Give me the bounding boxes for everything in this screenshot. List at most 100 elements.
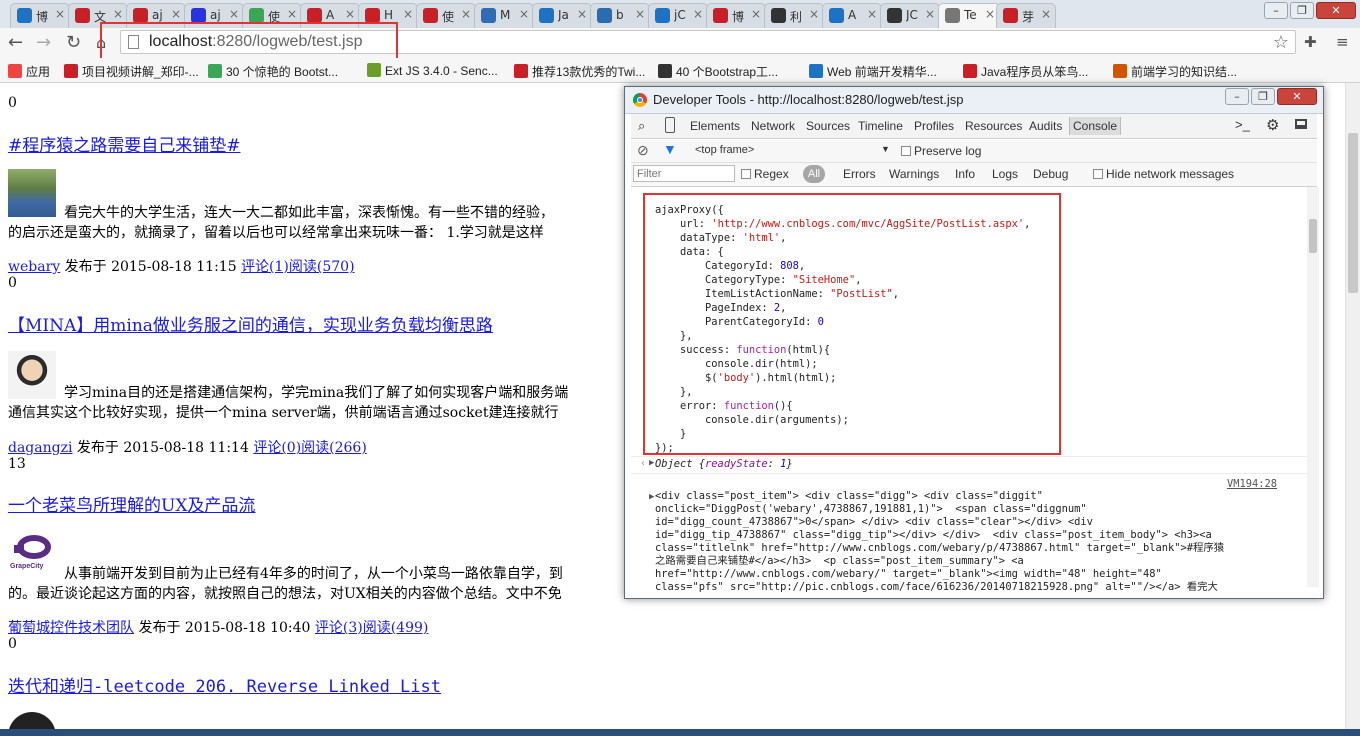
dock-side-icon[interactable] [1295, 119, 1307, 129]
minimize-button[interactable]: – [1264, 2, 1288, 19]
tab-console[interactable]: Console [1069, 117, 1122, 135]
level-logs-button[interactable]: Logs [992, 167, 1018, 181]
inspect-search-icon[interactable]: ⌕ [638, 118, 645, 134]
extension-puzzle-icon[interactable]: ✚ [1304, 33, 1317, 51]
scrollbar-thumb[interactable] [1348, 133, 1358, 293]
preserve-log-option[interactable]: Preserve log [901, 144, 981, 158]
hide-network-option[interactable]: Hide network messages [1093, 167, 1234, 181]
close-tab-icon[interactable]: × [403, 7, 413, 21]
close-tab-icon[interactable]: × [229, 7, 239, 21]
browser-tab[interactable]: 芽 × [996, 3, 1056, 28]
filter-funnel-icon[interactable]: ▼ [663, 141, 677, 157]
level-debug-button[interactable]: Debug [1033, 167, 1068, 181]
tab-resources[interactable]: Resources [965, 119, 1022, 133]
browser-tab[interactable]: A × [822, 3, 882, 28]
comments-reads-link[interactable]: 评论(0)阅读(266) [253, 440, 366, 456]
close-tab-icon[interactable]: × [113, 7, 123, 21]
close-tab-icon[interactable]: × [985, 7, 995, 21]
browser-tab[interactable]: 博 × [706, 3, 766, 28]
gear-icon[interactable]: ⚙ [1266, 116, 1279, 134]
bookmark-item[interactable]: 40 个Bootstrap工... [658, 63, 778, 80]
scrollbar-thumb[interactable] [1309, 219, 1317, 253]
maximize-button[interactable]: ❐ [1251, 88, 1275, 105]
close-tab-icon[interactable]: × [809, 7, 819, 21]
close-tab-icon[interactable]: × [867, 7, 877, 21]
post-title-link[interactable]: 一个老菜鸟所理解的UX及产品流 [8, 491, 255, 516]
close-tab-icon[interactable]: × [925, 7, 935, 21]
menu-icon[interactable]: ≡ [1336, 33, 1349, 51]
bookmark-item[interactable]: Ext JS 3.4.0 - Senc... [367, 63, 498, 78]
frame-dropdown-icon[interactable]: ▼ [881, 144, 890, 154]
post-title-link[interactable]: #程序猿之路需要自己来铺垫# [8, 131, 241, 156]
expand-triangle-icon[interactable]: ▶ [649, 492, 654, 502]
post-title-link[interactable]: 【MINA】用mina做业务服之间的通信，实现业务负载均衡思路 [8, 311, 493, 336]
console-filter-input[interactable] [633, 165, 735, 182]
post-title-link[interactable]: 迭代和递归-leetcode 206. Reverse Linked List [8, 672, 441, 697]
close-tab-icon[interactable]: × [1041, 7, 1051, 21]
browser-tab[interactable]: 使 × [416, 3, 476, 28]
comments-reads-link[interactable]: 评论(1)阅读(570) [241, 259, 354, 275]
bookmark-item[interactable]: Web 前端开发精华... [809, 63, 937, 80]
reload-icon[interactable]: ↻ [66, 33, 81, 53]
hide-network-checkbox[interactable] [1093, 169, 1103, 179]
bookmark-item[interactable]: Java程序员从笨鸟... [963, 63, 1088, 80]
browser-tab[interactable]: Ja × [532, 3, 592, 28]
comments-reads-link[interactable]: 评论(3)阅读(499) [315, 620, 428, 636]
level-all-button[interactable]: All [803, 165, 825, 183]
frame-selector[interactable]: <top frame> [695, 144, 754, 156]
close-tab-icon[interactable]: × [461, 7, 471, 21]
level-warnings-button[interactable]: Warnings [889, 167, 939, 181]
console-drawer-icon[interactable]: >_ [1235, 117, 1250, 132]
bookmark-item[interactable]: 前端学习的知识结... [1113, 63, 1237, 80]
expand-triangle-icon[interactable]: ▶ [649, 458, 654, 468]
maximize-button[interactable]: ❐ [1290, 2, 1314, 19]
tab-timeline[interactable]: Timeline [858, 119, 903, 133]
close-tab-icon[interactable]: × [345, 7, 355, 21]
browser-tab[interactable]: 利 × [764, 3, 824, 28]
close-window-button[interactable]: ✕ [1277, 88, 1317, 105]
close-tab-icon[interactable]: × [519, 7, 529, 21]
close-tab-icon[interactable]: × [171, 7, 181, 21]
regex-checkbox[interactable] [741, 169, 751, 179]
source-location-link[interactable]: VM194:28 [1227, 478, 1277, 490]
browser-tab[interactable]: Te × [938, 3, 1000, 29]
tab-sources[interactable]: Sources [806, 119, 850, 133]
html-dir-output[interactable]: <div class="post_item"> <div class="digg… [655, 490, 1295, 592]
browser-tab[interactable]: M × [474, 3, 534, 28]
regex-option[interactable]: Regex [741, 167, 789, 181]
close-tab-icon[interactable]: × [577, 7, 587, 21]
author-link[interactable]: 葡萄城控件技术团队 [8, 620, 134, 636]
forward-arrow-icon[interactable]: → [36, 33, 51, 53]
tab-audits[interactable]: Audits [1029, 119, 1062, 133]
console-output[interactable]: ajaxProxy({ url: 'http://www.cnblogs.com… [631, 187, 1317, 592]
level-errors-button[interactable]: Errors [843, 167, 876, 181]
close-tab-icon[interactable]: × [635, 7, 645, 21]
page-scrollbar[interactable] [1345, 83, 1360, 736]
bookmark-item[interactable]: 应用 [8, 63, 50, 80]
browser-tab[interactable]: JC × [880, 3, 940, 28]
browser-tab[interactable]: jC × [648, 3, 708, 28]
tab-profiles[interactable]: Profiles [914, 119, 954, 133]
browser-tab[interactable]: b × [590, 3, 650, 28]
device-mode-icon[interactable] [665, 117, 675, 133]
author-link[interactable]: webary [8, 259, 60, 275]
bookmark-star-icon[interactable]: ☆ [1273, 32, 1289, 53]
object-result[interactable]: Object {readyState: 1} [655, 458, 793, 470]
tab-network[interactable]: Network [751, 119, 795, 133]
minimize-button[interactable]: – [1225, 88, 1249, 105]
close-tab-icon[interactable]: × [751, 7, 761, 21]
tab-elements[interactable]: Elements [690, 119, 740, 133]
bookmark-item[interactable]: 推荐13款优秀的Twi... [514, 63, 645, 80]
bookmark-item[interactable]: 30 个惊艳的 Bootst... [208, 63, 338, 80]
console-scrollbar[interactable] [1307, 187, 1319, 587]
browser-tab[interactable]: 博 × [10, 3, 70, 28]
close-tab-icon[interactable]: × [55, 7, 65, 21]
bookmark-item[interactable]: 项目视频讲解_郑印-... [64, 63, 199, 80]
devtools-titlebar[interactable]: Developer Tools - http://localhost:8280/… [625, 87, 1323, 114]
preserve-log-checkbox[interactable] [901, 146, 911, 156]
close-tab-icon[interactable]: × [287, 7, 297, 21]
level-info-button[interactable]: Info [955, 167, 975, 181]
close-window-button[interactable]: ✕ [1316, 2, 1356, 19]
clear-console-icon[interactable]: ⊘ [637, 142, 649, 159]
close-tab-icon[interactable]: × [693, 7, 703, 21]
